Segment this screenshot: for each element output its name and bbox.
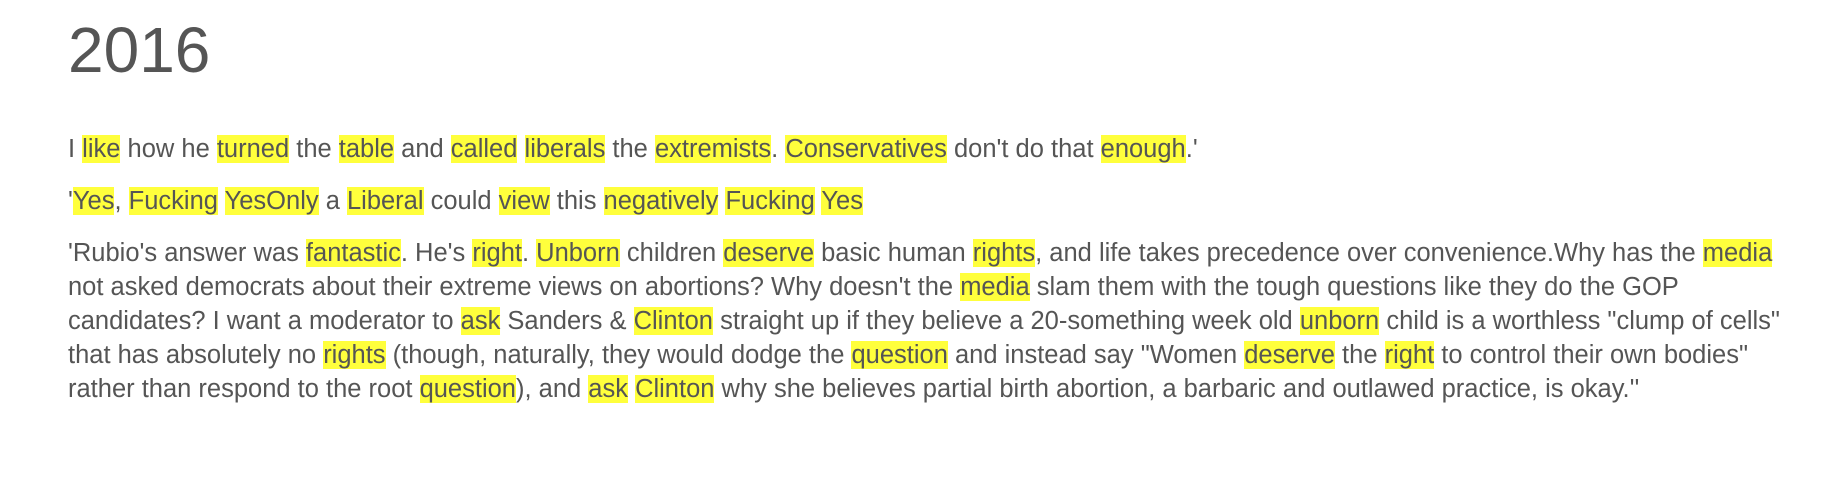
highlighted-keyword: media xyxy=(960,273,1030,301)
comment-paragraph-2: 'Yes, Fucking YesOnly a Liberal could vi… xyxy=(68,184,1800,218)
highlighted-keyword: like xyxy=(82,135,121,163)
text-run: why she believes partial birth abortion,… xyxy=(714,375,1640,403)
highlighted-keyword: question xyxy=(851,341,948,369)
year-heading: 2016 xyxy=(68,14,211,86)
highlighted-keyword: Yes xyxy=(821,187,863,215)
text-run: basic human xyxy=(814,239,973,267)
highlighted-keyword: rights xyxy=(972,239,1036,267)
highlighted-keyword: negatively xyxy=(603,187,719,215)
highlighted-keyword: YesOnly xyxy=(224,187,319,215)
highlighted-keyword: Clinton xyxy=(633,307,713,335)
text-run: and instead say "Women xyxy=(947,341,1245,369)
highlighted-keyword: right xyxy=(1384,341,1435,369)
highlighted-keyword: Clinton xyxy=(635,375,715,403)
text-run: , and life takes precedence over conveni… xyxy=(1035,239,1703,267)
text-run: (though, naturally, they would dodge the xyxy=(385,341,852,369)
text-run: ), and xyxy=(515,375,589,403)
highlighted-keyword: ask xyxy=(588,375,628,403)
highlighted-keyword: unborn xyxy=(1299,307,1380,335)
comment-paragraph-3: 'Rubio's answer was fantastic. He's righ… xyxy=(68,236,1800,406)
highlighted-keyword: extremists xyxy=(654,135,772,163)
text-run: could xyxy=(423,187,499,215)
highlighted-keyword: question xyxy=(419,375,516,403)
text-run xyxy=(628,375,635,403)
comment-paragraph-1: I like how he turned the table and calle… xyxy=(68,132,1800,166)
highlighted-keyword: liberals xyxy=(524,135,606,163)
highlighted-keyword: Fucking xyxy=(725,187,815,215)
text-run: I xyxy=(68,135,83,163)
text-run: .' xyxy=(1185,135,1198,163)
highlighted-keyword: ask xyxy=(460,307,501,335)
highlighted-keyword: Conservatives xyxy=(785,135,947,163)
highlighted-keyword: deserve xyxy=(723,239,815,267)
highlighted-keyword: Liberal xyxy=(346,187,424,215)
text-run: . xyxy=(521,239,537,267)
text-run xyxy=(218,187,225,215)
highlighted-keyword: turned xyxy=(216,135,290,163)
highlighted-keyword: right xyxy=(472,239,522,267)
text-run: a xyxy=(318,187,347,215)
highlighted-keyword: enough xyxy=(1100,135,1186,163)
text-run: don't do that xyxy=(946,135,1101,163)
highlighted-keyword: rights xyxy=(323,341,386,369)
highlighted-keyword: deserve xyxy=(1244,341,1335,369)
text-run: children xyxy=(619,239,724,267)
highlighted-keyword: table xyxy=(338,135,395,163)
comment-list: I like how he turned the table and calle… xyxy=(68,132,1800,424)
text-run: 'Rubio's answer was xyxy=(68,239,306,267)
text-run: the xyxy=(1334,341,1385,369)
text-run: , xyxy=(114,187,129,215)
highlighted-keyword: fantastic xyxy=(305,239,401,267)
highlighted-keyword: called xyxy=(450,135,518,163)
text-run: the xyxy=(289,135,339,163)
highlighted-keyword: media xyxy=(1702,239,1773,267)
highlighted-keyword: Fucking xyxy=(128,187,218,215)
text-run: and xyxy=(394,135,451,163)
text-run xyxy=(517,135,524,163)
text-run: straight up if they believe a 20-somethi… xyxy=(712,307,1300,335)
text-run: this xyxy=(549,187,604,215)
text-run: the xyxy=(605,135,655,163)
highlighted-keyword: view xyxy=(498,187,550,215)
document-page: 2016 I like how he turned the table and … xyxy=(0,0,1835,477)
highlighted-keyword: Yes xyxy=(72,187,115,215)
text-run: not asked democrats about their extreme … xyxy=(68,273,961,301)
highlighted-keyword: Unborn xyxy=(536,239,620,267)
text-run: . xyxy=(771,135,786,163)
text-run: Sanders & xyxy=(500,307,634,335)
text-run: . He's xyxy=(400,239,473,267)
text-run: how he xyxy=(120,135,217,163)
